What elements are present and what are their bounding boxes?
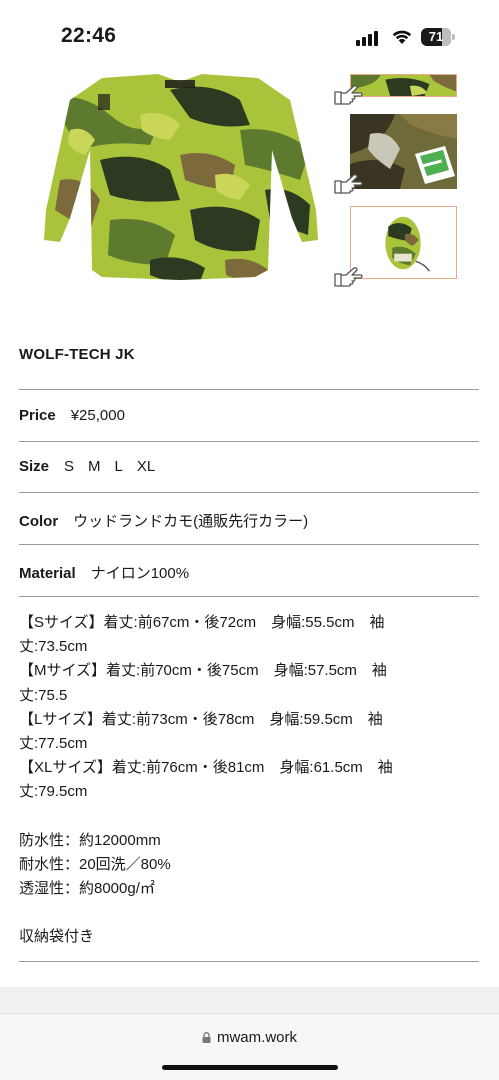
price-value: ¥25,000 — [70, 407, 125, 424]
color-label: Color — [19, 513, 59, 530]
divider — [19, 492, 479, 493]
camo-jacket-photo[interactable] — [40, 70, 320, 285]
camo-fabric-closeup-thumbnail[interactable] — [350, 74, 457, 97]
product-description: 【Sサイズ】着丈:前67cm・後72cm 身幅:55.5cm 袖 丈:73.5c… — [19, 611, 481, 949]
material-value: ナイロン100% — [90, 565, 190, 582]
divider — [19, 961, 479, 962]
divider — [19, 596, 479, 597]
battery-icon: 71 — [421, 28, 455, 46]
material-row: Material ナイロン100% — [19, 562, 189, 583]
size-spec-line: 丈:73.5cm — [19, 638, 88, 656]
product-title: WOLF-TECH JK — [19, 346, 135, 363]
performance-line: 耐水性：20回洗／80% — [19, 855, 171, 873]
size-row: Size S M L XL — [19, 458, 155, 475]
camo-stuff-bag-thumbnail[interactable] — [350, 206, 457, 279]
divider — [19, 544, 479, 545]
performance-line: 防水性：約12000mm — [19, 831, 161, 849]
size-label: Size — [19, 458, 50, 475]
status-bar: 22:46 71 — [0, 0, 499, 70]
size-spec-line: 丈:77.5cm — [19, 735, 88, 753]
pointing-hand-icon — [334, 174, 363, 194]
status-time: 22:46 — [61, 24, 117, 47]
size-spec-line: 丈:79.5cm — [19, 783, 88, 801]
page-footer-strip — [0, 987, 499, 1013]
cellular-signal-icon — [356, 30, 382, 46]
price-label: Price — [19, 407, 56, 424]
url-text: mwam.work — [216, 1029, 297, 1046]
divider — [19, 389, 479, 390]
battery-level: 71 — [428, 29, 444, 44]
size-option-xl[interactable]: XL — [137, 458, 155, 475]
size-option-s[interactable]: S — [64, 458, 74, 475]
performance-line: 透湿性：約8000g/㎡ — [19, 880, 155, 898]
size-spec-line: 【Lサイズ】着丈:前73cm・後78cm 身幅:59.5cm 袖 — [19, 710, 383, 728]
home-indicator[interactable] — [162, 1065, 338, 1070]
pointing-hand-icon — [334, 85, 363, 105]
size-spec-line: 【XLサイズ】着丈:前76cm・後81cm 身幅:61.5cm 袖 — [19, 759, 393, 777]
wifi-icon — [392, 30, 412, 44]
url-display[interactable]: mwam.work — [0, 1029, 499, 1046]
size-option-l[interactable]: L — [115, 458, 123, 475]
size-spec-line: 丈:75.5 — [19, 686, 68, 704]
size-option-m[interactable]: M — [88, 458, 101, 475]
color-row: Color ウッドランドカモ(通販先行カラー) — [19, 510, 308, 531]
camo-tag-detail-thumbnail[interactable] — [350, 114, 457, 189]
price-row: Price ¥25,000 — [19, 407, 125, 424]
divider — [19, 441, 479, 442]
lock-icon — [202, 1032, 211, 1043]
pointing-hand-icon — [334, 267, 363, 287]
material-label: Material — [19, 565, 76, 582]
color-value: ウッドランドカモ(通販先行カラー) — [73, 513, 309, 530]
browser-address-bar[interactable]: mwam.work — [0, 1013, 499, 1080]
accessory-note: 収納袋付き — [19, 928, 95, 946]
size-spec-line: 【Sサイズ】着丈:前67cm・後72cm 身幅:55.5cm 袖 — [19, 614, 385, 631]
size-spec-line: 【Mサイズ】着丈:前70cm・後75cm 身幅:57.5cm 袖 — [19, 662, 387, 680]
